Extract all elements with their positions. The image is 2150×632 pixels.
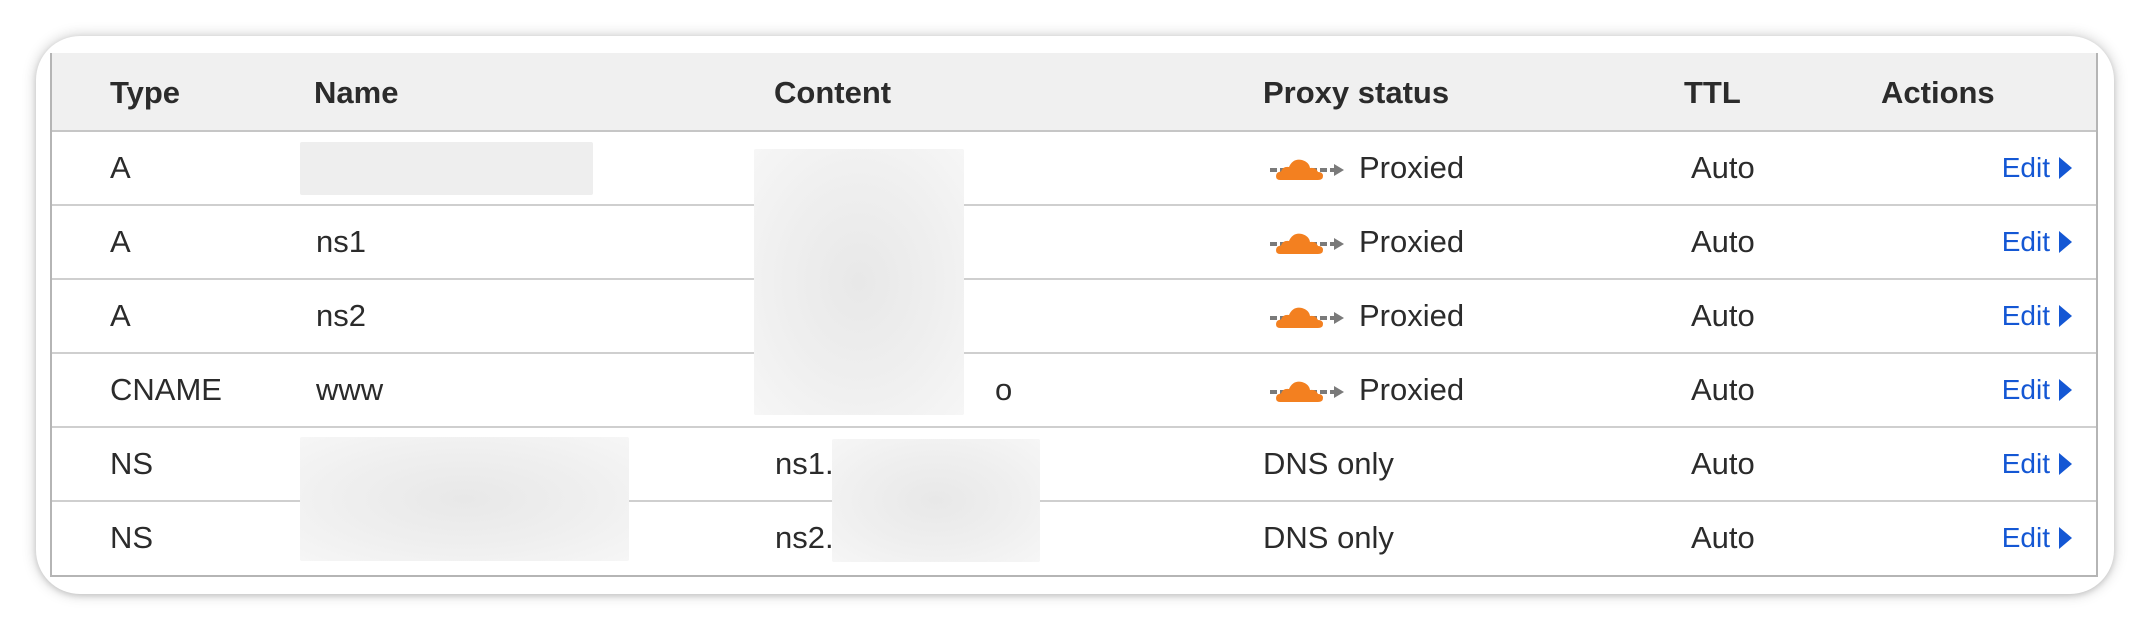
record-type: NS [110,446,154,481]
record-type: A [110,150,131,185]
edit-button[interactable]: Edit [2002,354,2072,426]
proxy-status-label: Proxied [1359,224,1465,259]
record-type: NS [110,520,154,555]
caret-right-icon[interactable] [2058,305,2072,327]
edit-button[interactable]: Edit [2002,502,2072,574]
edit-button[interactable]: Edit [2002,280,2072,352]
record-name: ns1 [316,224,366,259]
edit-label[interactable]: Edit [2002,522,2050,554]
edit-label[interactable]: Edit [2002,448,2050,480]
header-content[interactable]: Content [774,53,891,132]
edit-label[interactable]: Edit [2002,300,2050,332]
caret-right-icon[interactable] [2058,379,2072,401]
cloud-proxied-icon [1270,159,1344,180]
table-row: A ns2 Proxied Auto Edit [52,280,2096,354]
header-actions: Actions [1881,75,1995,110]
edit-label[interactable]: Edit [2002,374,2050,406]
redaction-block [754,149,964,415]
edit-label[interactable]: Edit [2002,226,2050,258]
caret-right-icon[interactable] [2058,453,2072,475]
proxy-status: Proxied [1268,206,1464,278]
proxy-status-label: Proxied [1359,298,1465,333]
edit-button[interactable]: Edit [2002,428,2072,500]
cloud-proxied-icon [1270,233,1344,254]
proxy-status: Proxied [1268,132,1464,204]
header-proxy-status[interactable]: Proxy status [1263,53,1449,132]
record-type: A [110,298,131,333]
record-ttl: Auto [1691,298,1755,333]
proxy-status: Proxied [1268,354,1464,426]
edit-button[interactable]: Edit [2002,206,2072,278]
proxy-status-label: DNS only [1263,446,1394,481]
dns-records-table: Type Name Content Proxy status TTL Actio… [50,53,2098,577]
table-row: CNAME www o Proxied Auto Edit [52,354,2096,428]
record-ttl: Auto [1691,224,1755,259]
record-ttl: Auto [1691,520,1755,555]
redaction-block [832,439,1040,562]
cloud-proxied-icon [1270,307,1344,328]
header-type[interactable]: Type [110,53,180,132]
header-name[interactable]: Name [314,53,398,132]
table-header: Type Name Content Proxy status TTL Actio… [52,53,2096,132]
record-ttl: Auto [1691,372,1755,407]
caret-right-icon[interactable] [2058,231,2072,253]
record-type: A [110,224,131,259]
cloud-proxied-icon [1270,381,1344,402]
edit-label[interactable]: Edit [2002,152,2050,184]
record-content: o [995,372,1013,407]
record-content: ns1. [775,446,834,481]
record-ttl: Auto [1691,150,1755,185]
record-content: ns2. [775,520,834,555]
redaction-block [300,437,629,561]
redaction-block [300,142,593,195]
record-name: ns2 [316,298,366,333]
record-type: CNAME [110,372,222,407]
record-ttl: Auto [1691,446,1755,481]
proxy-status-label: Proxied [1359,150,1465,185]
header-ttl[interactable]: TTL [1684,53,1741,132]
caret-right-icon[interactable] [2058,157,2072,179]
caret-right-icon[interactable] [2058,527,2072,549]
edit-button[interactable]: Edit [2002,132,2072,204]
table-row: A ns1 Proxied Auto Edit [52,206,2096,280]
proxy-status: Proxied [1268,280,1464,352]
proxy-status-label: DNS only [1263,520,1394,555]
proxy-status-label: Proxied [1359,372,1465,407]
dns-records-card: Type Name Content Proxy status TTL Actio… [36,36,2114,594]
record-name: www [316,372,384,407]
